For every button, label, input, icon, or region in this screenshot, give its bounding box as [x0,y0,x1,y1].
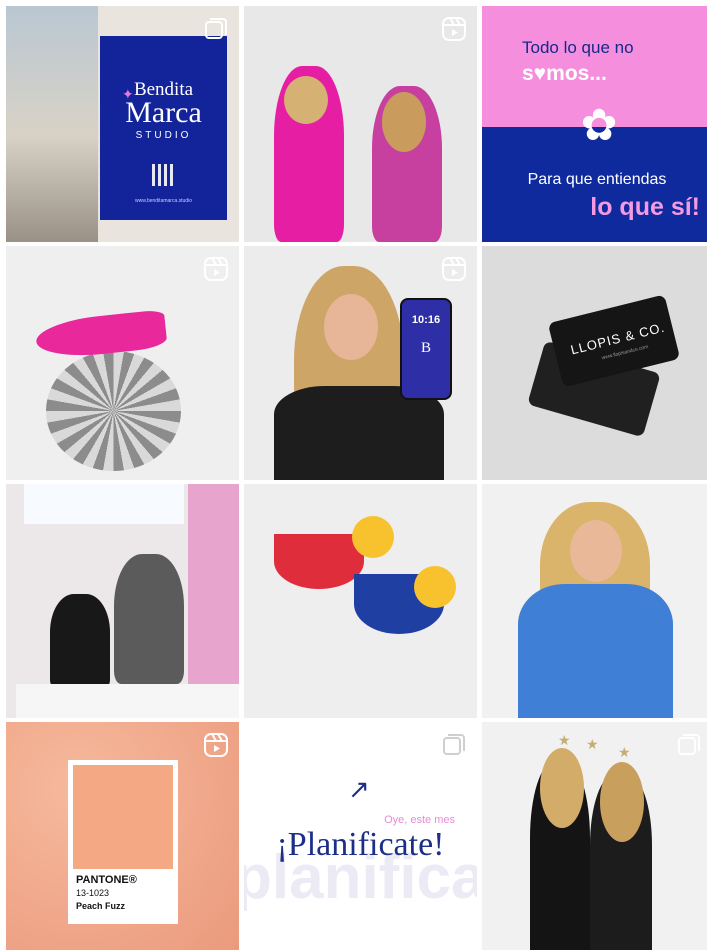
post-tile-5[interactable]: 10:16 B [244,246,477,480]
text-small: Oye, este mes [384,814,455,826]
star-icon: ★ [558,732,571,748]
window [24,484,184,524]
color-swatch [73,765,173,869]
text-line-4: lo que sí! [590,193,700,221]
standing-woman [114,554,184,684]
profile-post-grid: ✦ Bendita Marca STUDIO www.benditamarca.… [6,6,707,950]
arrow-up-right-icon: ↗ [348,774,370,804]
reel-icon [441,16,467,42]
business-card-front: LLOPIS & CO. www.llopisandco.com [547,294,681,388]
post-tile-1[interactable]: ✦ Bendita Marca STUDIO www.benditamarca.… [6,6,239,242]
pink-wall [188,484,239,718]
red-cocktail [274,534,364,589]
hair-right [382,92,426,152]
post-tile-12[interactable]: ★ ★ ★ [482,722,707,950]
reel-icon [203,732,229,758]
reel-icon [441,256,467,282]
text-line-3: Para que entiendas [527,171,667,188]
woman-face [570,520,622,582]
star-icon: ★ [618,744,631,760]
poster-line-2: Marca [125,96,202,129]
pantone-brand: PANTONE® [76,874,137,886]
hair-right [600,762,644,842]
post-tile-2[interactable] [244,6,477,242]
carousel-icon [441,732,467,758]
star-icon: ★ [586,736,599,752]
pantone-code: 13-1023 [76,888,110,898]
flower-icon: ✿ [580,101,618,150]
blue-jacket [518,584,673,718]
carousel-icon [203,16,229,42]
text-line-2: s♥mos... [522,62,607,85]
carousel-icon [676,732,702,758]
reel-icon [203,256,229,282]
hair-left [540,748,584,828]
smartphone: 10:16 B [400,298,452,400]
phone-time: 10:16 [411,314,441,326]
lemon-slice [414,566,456,608]
poster-line-3: STUDIO [135,130,192,141]
lemon-slice [352,516,394,558]
post-tile-8[interactable] [244,484,477,718]
text-line-1: Todo lo que no [522,38,634,57]
desk [16,684,239,718]
post-tile-7[interactable] [6,484,239,718]
qr-code [152,164,174,186]
post-tile-4[interactable] [6,246,239,480]
post-tile-11[interactable]: planifica ↗ Oye, este mes ¡Planificate! [244,722,477,950]
post-tile-10[interactable]: PANTONE® 13-1023 Peach Fuzz [6,722,239,950]
hair-left [284,76,328,124]
black-jacket [274,386,444,480]
brand-poster: ✦ Bendita Marca STUDIO www.benditamarca.… [100,36,227,220]
seated-woman [50,594,110,689]
disco-ball [46,351,181,471]
woman-face [324,294,378,360]
text-big: ¡Planificate! [276,826,445,863]
pantone-name: Peach Fuzz [76,901,126,911]
post-tile-3[interactable]: Todo lo que no s♥mos... ✿ Para que entie… [482,6,707,242]
post-tile-6[interactable]: LLOPIS & CO. www.llopisandco.com [482,246,707,480]
pantone-card: PANTONE® 13-1023 Peach Fuzz [68,760,178,924]
pink-heel [34,309,168,361]
phone-letter: B [420,340,431,356]
post-tile-9[interactable] [482,484,707,718]
poster-url: www.benditamarca.studio [135,198,192,204]
